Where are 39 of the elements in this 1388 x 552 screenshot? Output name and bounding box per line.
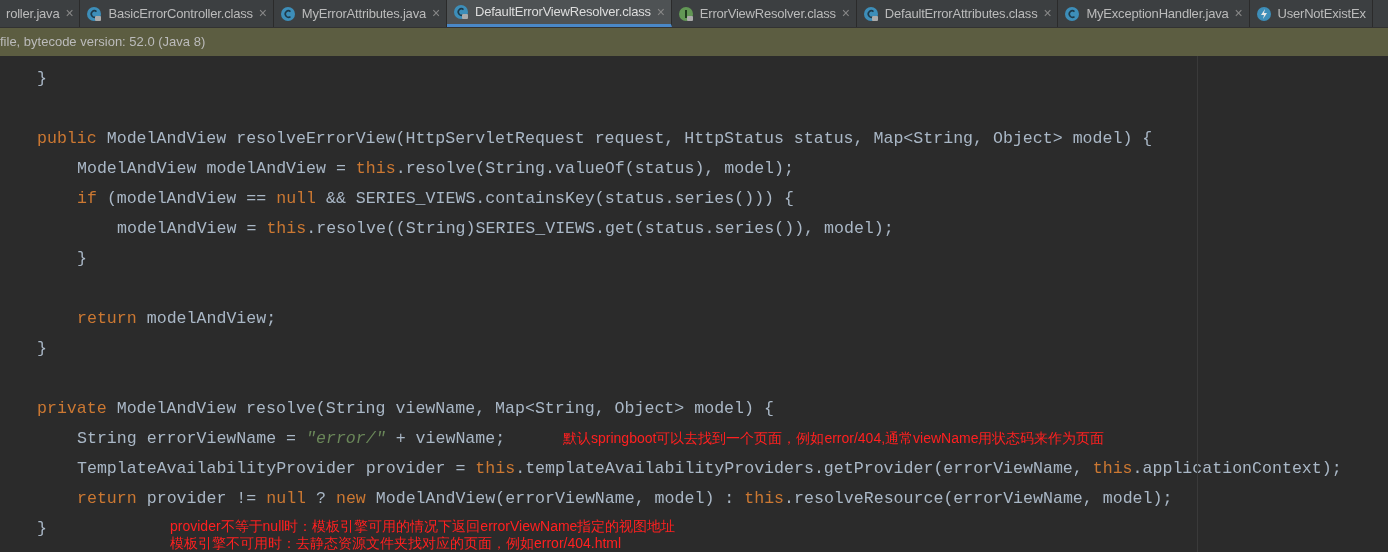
code-line: String errorViewName = "error/" + viewName; (77, 429, 506, 448)
editor-tab[interactable]: ErrorViewResolver.class × (671, 0, 857, 27)
code-line: if (modelAndView == null && SERIES_VIEWS.containsKey(status.series())) { (77, 189, 794, 208)
code-line: return provider != null ? new ModelAndView(errorViewName, model) : this.resolveResource(errorViewName, model); (77, 489, 1173, 508)
code-line: modelAndView = this.resolve((String)SERIES_VIEWS.get(status.series()), model); (117, 219, 894, 238)
editor-tab[interactable]: MyErrorAttributes.java × (273, 0, 447, 27)
close-icon[interactable]: × (841, 3, 850, 24)
editor-tab[interactable]: DefaultErrorAttributes.class × (856, 0, 1059, 27)
annotation-text: 模板引擎不可用时：去静态资源文件夹找对应的页面，例如error/404.html (170, 535, 622, 552)
tab-label: DefaultErrorAttributes.class (884, 4, 1038, 23)
tab-label: DefaultErrorViewResolver.class (474, 3, 651, 22)
code-line: } (37, 339, 47, 358)
banner-text: file, bytecode version: 52.0 (Java 8) (0, 33, 206, 52)
code-line: } (37, 69, 47, 88)
editor-tab[interactable]: DefaultErrorViewResolver.class × (446, 0, 672, 27)
editor-tab[interactable]: UserNotExistEx (1249, 0, 1373, 27)
code-line: TemplateAvailabilityProvider provider = this.templateAvailabilityProviders.getProvider(errorViewName, this.applicationContext); (77, 459, 1342, 478)
editor-tab[interactable]: BasicErrorController.class × (80, 0, 274, 27)
tab-label: MyErrorAttributes.java (301, 4, 426, 23)
tab-label: roller.java (6, 4, 60, 23)
close-icon[interactable]: × (258, 3, 267, 24)
code-line: } (37, 519, 47, 538)
code-line: ModelAndView modelAndView = this.resolve(String.valueOf(status), model); (77, 159, 794, 178)
close-icon[interactable]: × (65, 3, 74, 24)
annotation-text: provider不等于null时：模板引擎可用的情况下返回errorViewName指定的视图地址 (170, 518, 676, 535)
close-icon[interactable]: × (1234, 3, 1243, 24)
tab-label: UserNotExistEx (1277, 4, 1366, 23)
annotation-text: 默认springboot可以去找到一个页面，例如error/404,通常viewName用状态码来作为页面 (563, 430, 1105, 447)
code-line: return modelAndView; (77, 309, 277, 328)
tab-label: MyExceptionHandler.java (1086, 4, 1229, 23)
editor-tab[interactable]: MyExceptionHandler.java × (1058, 0, 1250, 27)
close-icon[interactable]: × (431, 3, 440, 24)
code-line: } (77, 249, 87, 268)
code-line: private ModelAndView resolve(String viewName, Map<String, Object> model) { (37, 399, 774, 418)
editor-tab[interactable]: roller.java × (0, 0, 81, 27)
code-line: public ModelAndView resolveErrorView(HttpServletRequest request, HttpStatus status, Map<String, Object> model) { (37, 129, 1153, 148)
tab-label: BasicErrorController.class (108, 4, 253, 23)
close-icon[interactable]: × (1043, 3, 1052, 24)
tab-label: ErrorViewResolver.class (699, 4, 836, 23)
